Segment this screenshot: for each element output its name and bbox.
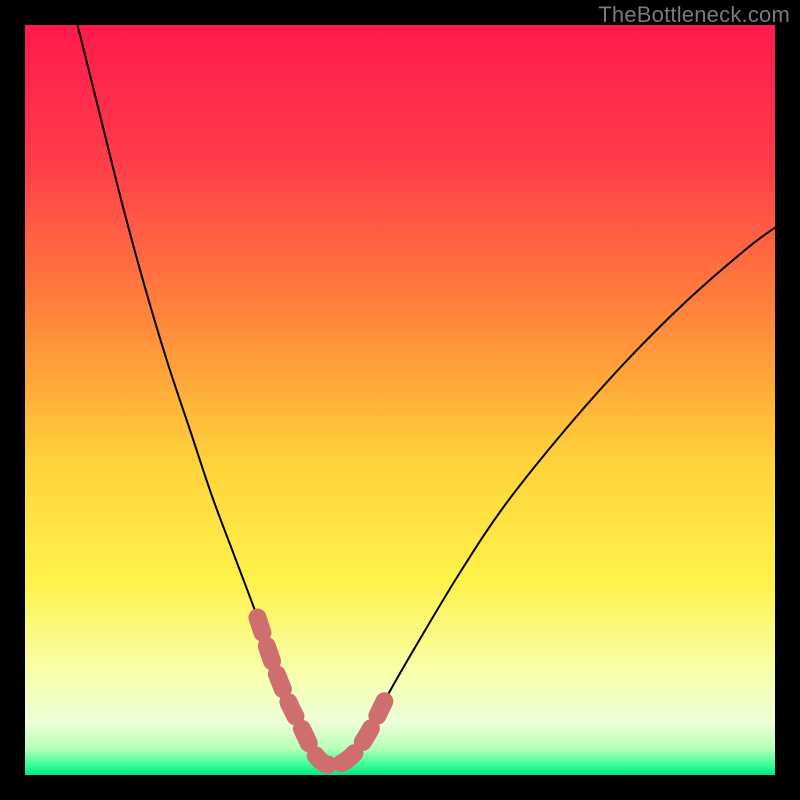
bottleneck-chart [25, 25, 775, 775]
gradient-background [25, 25, 775, 775]
chart-frame: TheBottleneck.com [0, 0, 800, 800]
plot-area [25, 25, 775, 775]
